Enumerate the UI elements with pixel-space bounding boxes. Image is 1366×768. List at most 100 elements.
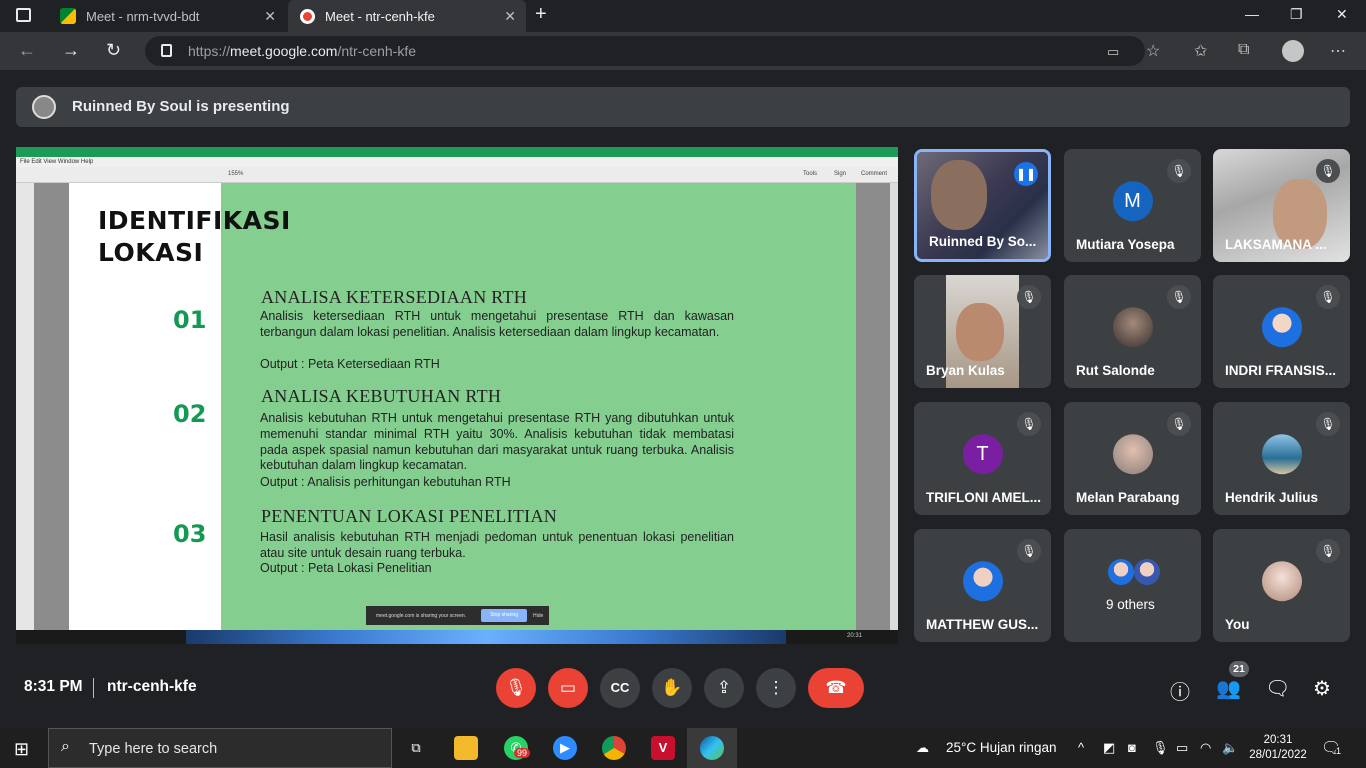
meet-favicon [60,8,76,24]
battery-icon[interactable]: ▭ [1176,740,1188,756]
participant-name: Melan Parabang [1076,490,1180,505]
zoom-icon[interactable]: ▶ [553,736,577,760]
edge-icon[interactable] [700,736,724,760]
present-button[interactable]: ⇪ [704,668,744,708]
app-v-icon[interactable]: V [651,736,675,760]
tray-app-icon[interactable]: ◩ [1103,740,1115,756]
participant-tile[interactable]: 🎙 T TRIFLONI AMEL... [914,402,1051,515]
task-view-icon[interactable]: ⧉ [404,736,428,760]
viewer-sidepanel [16,183,34,630]
camera-blocked-icon[interactable]: ▭ [1107,44,1119,60]
tray-mic-icon[interactable]: 🎙 [1152,740,1169,756]
more-options-button[interactable]: ⋮ [756,668,796,708]
people-icon[interactable]: 👥 [1216,676,1241,701]
mic-toggle-button[interactable]: 🎙 [496,668,536,708]
chrome-icon[interactable] [602,736,626,760]
participant-tile[interactable]: 9 others [1064,529,1201,642]
participant-tile[interactable]: 🎙 Bryan Kulas [914,275,1051,388]
mic-off-icon: 🎙 [1167,412,1191,436]
section-heading: ANALISA KETERSEDIAAN RTH [261,287,528,307]
mic-off-icon: 🎙 [1167,285,1191,309]
participant-face [956,303,1004,361]
participant-tile[interactable]: 🎙 M Mutiara Yosepa [1064,149,1201,262]
reload-icon[interactable]: ↻ [106,40,121,61]
participant-name: Bryan Kulas [926,363,1005,378]
participant-name: LAKSAMANA ... [1225,237,1327,252]
participant-name: You [1225,617,1250,632]
participant-face [931,160,987,230]
tab-meet-ntr[interactable]: Meet - ntr-cenh-kfe ✕ [288,0,526,32]
tray-chevron-icon[interactable]: ^ [1078,740,1084,755]
viewer-menubar: File Edit View Window Help [16,157,898,167]
participant-name: Mutiara Yosepa [1076,237,1175,252]
weather-icon[interactable]: ☁ [916,740,929,756]
tab-title: Meet - nrm-tvvd-bdt [86,8,200,24]
tray-camera-icon[interactable]: ◙ [1128,740,1136,755]
section-body: Analisis kebutuhan RTH untuk mengetahui … [260,411,734,473]
participant-tile[interactable]: ❚❚ Ruinned By So... [914,149,1051,262]
section-output: Output : Analisis perhitungan kebutuhan … [260,475,511,489]
volume-icon[interactable]: 🔈 [1222,740,1238,756]
others-count: 9 others [1106,597,1155,612]
minimize-icon[interactable]: — [1245,6,1259,22]
divider [93,678,94,698]
taskbar-clock[interactable]: 20:31 28/01/2022 [1249,733,1307,763]
participant-tile[interactable]: 🎙 Hendrik Julius [1213,402,1350,515]
tab-title: Meet - ntr-cenh-kfe [325,8,435,24]
close-tab-icon[interactable]: ✕ [504,8,516,25]
participant-avatar: M [1112,180,1153,221]
section-output: Output : Peta Ketersediaan RTH [260,357,440,371]
restore-icon[interactable]: ❐ [1290,6,1303,23]
search-placeholder: Type here to search [89,741,218,757]
new-tab-icon[interactable]: + [535,3,547,26]
participant-avatar [962,560,1003,601]
profile-avatar[interactable] [1282,40,1304,62]
camera-toggle-button[interactable]: ▭ [548,668,588,708]
captions-button[interactable]: CC [600,668,640,708]
sharing-notice: meet.google.com is sharing your screen. … [366,606,549,625]
section-body: Analisis ketersediaan RTH untuk mengetah… [260,309,734,339]
mic-off-icon: 🎙 [1316,412,1340,436]
presenting-banner: Ruinned By Soul is presenting [16,87,1350,127]
taskbar-search[interactable]: ⌕ Type here to search [48,728,392,768]
weather-text[interactable]: 25°C Hujan ringan [946,740,1056,755]
mic-off-icon: 🎙 [1167,159,1191,183]
participant-tile[interactable]: 🎙 INDRI FRANSIS... [1213,275,1350,388]
forward-icon[interactable]: → [62,40,80,61]
collections-icon[interactable]: ⧉ [1238,41,1249,59]
raise-hand-button[interactable]: ✋ [652,668,692,708]
participant-avatar [1112,306,1153,347]
meeting-details-icon[interactable]: ⓘ [1170,676,1190,705]
presenting-text: Ruinned By Soul is presenting [72,98,290,115]
participant-name: Rut Salonde [1076,363,1155,378]
lock-icon[interactable] [161,44,172,57]
favorites-icon[interactable]: ✩ [1194,41,1207,61]
close-tab-icon[interactable]: ✕ [264,8,276,25]
whatsapp-badge: 99 [514,748,531,758]
participant-tile[interactable]: 🎙 LAKSAMANA ... [1213,149,1350,262]
add-favorite-icon[interactable]: ☆ [1146,41,1160,61]
participant-tile[interactable]: 🎙 Melan Parabang [1064,402,1201,515]
document-page: IDENTIFIKASI LOKASI 01 ANALISA KETERSEDI… [69,183,856,630]
leave-call-button[interactable]: ☎ [808,668,864,708]
mic-off-icon: 🎙 [1017,285,1041,309]
section-body: Hasil analisis kebutuhan RTH menjadi ped… [260,530,734,560]
windows-start-icon[interactable]: ⊞ [14,739,29,760]
shared-clock: 20:31 [846,633,862,639]
browser-tabstrip: Meet - nrm-tvvd-bdt ✕ Meet - ntr-cenh-kf… [0,0,1366,32]
participant-tile-self[interactable]: 🎙 You [1213,529,1350,642]
file-explorer-icon[interactable] [454,736,478,760]
address-bar[interactable]: https://meet.google.com/ntr-cenh-kfe ▭ [145,36,1145,66]
more-menu-icon[interactable]: ⋯ [1330,41,1346,61]
activities-icon[interactable]: ⚙ [1313,676,1331,701]
back-icon[interactable]: ← [18,40,36,61]
window-close-icon[interactable]: ✕ [1336,6,1348,23]
wifi-icon[interactable]: ◠ [1200,740,1211,756]
chat-icon[interactable]: 🗨 [1265,676,1290,701]
participant-tile[interactable]: 🎙 MATTHEW GUS... [914,529,1051,642]
section-number: 02 [173,400,207,428]
participant-tile[interactable]: 🎙 Rut Salonde [1064,275,1201,388]
tab-meet-nrm[interactable]: Meet - nrm-tvvd-bdt ✕ [48,0,286,32]
section-heading: ANALISA KEBUTUHAN RTH [261,386,502,406]
tab-actions-icon[interactable] [16,8,31,22]
